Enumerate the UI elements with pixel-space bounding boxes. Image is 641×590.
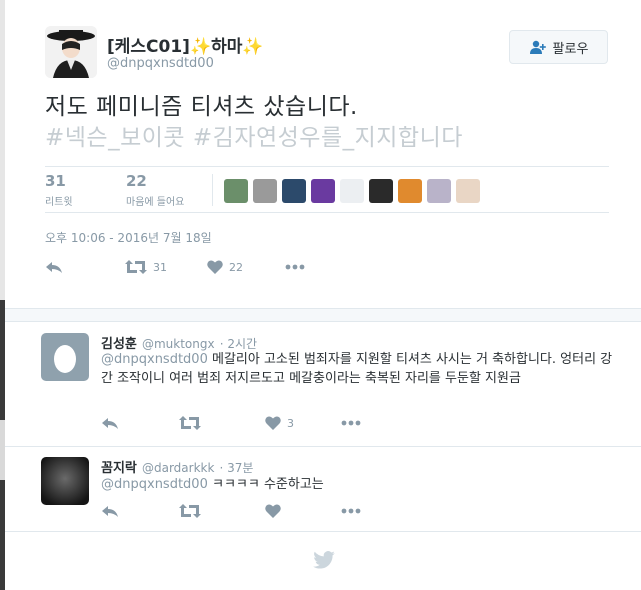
avatar[interactable] [41,333,89,381]
reply-header: 꼼지락 @dardarkkk · 37분 [101,457,253,476]
reply-icon [102,506,118,517]
reply-actions [101,504,361,518]
retweet-icon [179,504,201,518]
reply-icon [46,262,62,273]
like-button[interactable]: 3 [265,416,341,430]
like-button[interactable] [265,504,341,518]
more-icon [341,508,361,514]
mention-link[interactable]: @dnpqxnsdtd00 [101,352,208,367]
reply-button[interactable] [101,504,179,518]
like-count: 22 [126,172,147,190]
sparkle-icon: ✨ [189,37,212,57]
more-icon [285,264,305,270]
heart-icon [265,504,281,518]
add-user-icon [529,40,546,54]
liker-avatar[interactable] [224,179,248,203]
follow-button[interactable]: 팔로우 [509,30,608,64]
like-label: 마음에 들어요 [126,197,185,208]
retweet-action-count: 31 [153,260,167,274]
like-action-count: 3 [287,416,294,430]
reply-author-name[interactable]: 꼼지락 [101,461,137,476]
display-name-text: [케스C01] [107,37,190,57]
retweet-button[interactable] [179,504,265,518]
tweet-text: 저도 페미니즘 티셔츠 샀습니다. #넥슨_보이콧 #김자연성우를_지지합니다 [45,92,615,154]
reply-text: @dnpqxnsdtd00 메갈리아 고소된 범죄자를 지원할 티셔츠 사시는 … [101,350,621,388]
like-action-count: 22 [229,260,243,274]
reply-time[interactable]: · 37분 [220,461,254,475]
like-button[interactable]: 22 [207,260,285,274]
retweet-label: 리트윗 [45,197,73,208]
replies-separator [5,308,641,322]
divider [45,166,609,167]
mention-link[interactable]: @dnpqxnsdtd00 [101,477,208,492]
liker-avatar[interactable] [311,179,335,203]
more-icon [341,420,361,426]
reply-text-line: 메갈리아 고소된 범죄자를 지원할 티셔츠 사시는 거 축하합니다. [211,352,557,367]
reply-author-handle[interactable]: @dardarkkk [142,461,214,475]
retweet-count: 31 [45,172,66,190]
reply-button[interactable] [101,416,179,430]
reply-text-line: ㅋㅋㅋㅋ 수준하고는 [211,477,324,492]
display-name[interactable]: [케스C01]✨하마✨ [107,32,264,57]
liker-avatar[interactable] [253,179,277,203]
default-egg-avatar [41,333,89,381]
like-stat[interactable]: 22 마음에 들어요 [126,172,184,208]
follow-label: 팔로우 [552,41,589,57]
liker-avatar[interactable] [340,179,364,203]
heart-icon [207,260,223,274]
reply-tweet[interactable]: 김성훈 @muktongx · 2시간 @dnpqxnsdtd00 메갈리아 고… [5,322,641,446]
heart-icon [265,416,281,430]
liker-avatars [224,179,480,203]
liker-avatar[interactable] [282,179,306,203]
twitter-bird-icon [313,551,335,573]
liker-avatar[interactable] [456,179,480,203]
display-name-suffix: 하마 [211,37,243,57]
timestamp[interactable]: 오후 10:06 - 2016년 7월 18일 [45,229,212,246]
reply-button[interactable] [45,260,125,274]
reply-tweet[interactable]: 꼼지락 @dardarkkk · 37분 @dnpqxnsdtd00 ㅋㅋㅋㅋ … [5,447,641,531]
sparkle-icon: ✨ [242,37,264,57]
hashtags[interactable]: #넥슨_보이콧 #김자연성우를_지지합니다 [45,123,615,154]
avatar[interactable] [45,26,97,78]
liker-avatar[interactable] [427,179,451,203]
reply-time[interactable]: · 2시간 [220,337,257,351]
divider [5,531,641,532]
user-handle[interactable]: @dnpqxnsdtd00 [107,56,214,71]
retweet-stat[interactable]: 31 리트윗 [45,172,73,208]
avatar[interactable] [41,457,89,505]
liker-avatar[interactable] [369,179,393,203]
tweet-actions: 31 22 [45,260,305,274]
retweet-button[interactable] [179,416,265,430]
liker-avatar[interactable] [398,179,422,203]
reply-text: @dnpqxnsdtd00 ㅋㅋㅋㅋ 수준하고는 [101,475,621,494]
reply-icon [102,418,118,429]
tweet-card: [케스C01]✨하마✨ @dnpqxnsdtd00 팔로우 저도 페미니즘 티셔… [5,0,641,590]
divider [212,174,213,206]
more-button[interactable] [285,264,305,270]
tweet-text-line: 저도 페미니즘 티셔츠 샀습니다. [45,94,358,120]
more-button[interactable] [341,420,361,426]
dark-avatar-image [41,457,89,505]
divider [45,212,609,213]
reply-actions: 3 [101,416,361,430]
retweet-button[interactable]: 31 [125,260,207,274]
retweet-icon [179,416,201,430]
reply-author-handle[interactable]: @muktongx [142,337,215,351]
more-button[interactable] [341,508,361,514]
retweet-icon [125,260,147,274]
